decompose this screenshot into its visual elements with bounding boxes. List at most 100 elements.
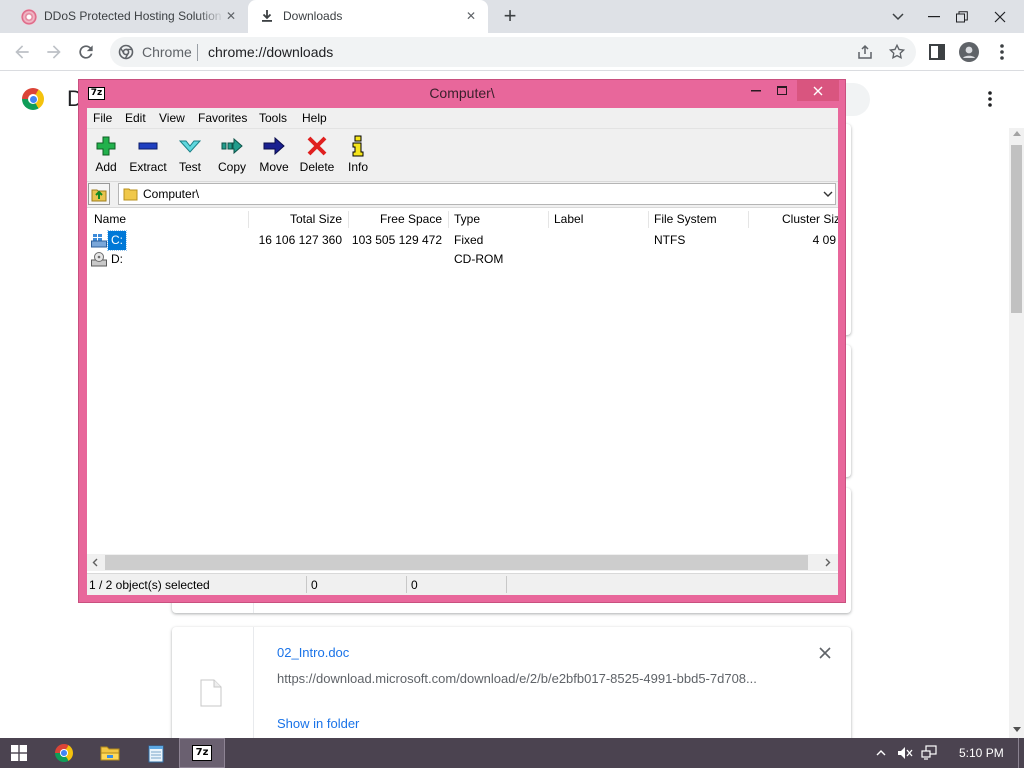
show-hidden-icons-chevron-icon[interactable] [876, 749, 886, 756]
status-selection: 1 / 2 object(s) selected [89, 578, 210, 592]
column-header-cluster-size[interactable]: Cluster Siz [782, 209, 838, 230]
show-in-folder-link[interactable]: Show in folder [277, 716, 359, 731]
info-label: Info [347, 160, 368, 174]
share-icon[interactable] [856, 43, 874, 61]
column-header-file-system[interactable]: File System [654, 209, 717, 230]
tab-ddos-hosting[interactable]: DDoS Protected Hosting Solution ✕ [8, 0, 246, 33]
dropdown-chevron-icon[interactable] [823, 191, 833, 198]
file-system-cell: NTFS [654, 233, 686, 247]
chrome-icon [55, 744, 73, 762]
chrome-menu-dots-icon[interactable] [992, 42, 1012, 62]
info-button[interactable]: Info [337, 130, 379, 180]
column-header-row: Name Total Size Free Space Type Label Fi… [87, 208, 838, 230]
drive-name[interactable]: D: [111, 250, 123, 269]
extract-icon [137, 135, 159, 157]
menu-favorites[interactable]: Favorites [198, 111, 247, 125]
close-window-icon[interactable] [983, 0, 1017, 33]
delete-icon [306, 135, 328, 157]
test-icon [179, 135, 201, 157]
show-desktop-button[interactable] [1018, 738, 1019, 768]
scroll-right-arrow-icon[interactable] [825, 558, 831, 567]
scrollbar-thumb[interactable] [1011, 145, 1022, 313]
windows-logo-icon [11, 745, 27, 761]
taskbar-clock[interactable]: 5:10 PM [959, 746, 1004, 760]
browser-toolbar: Chrome chrome://downloads [0, 33, 1024, 71]
forward-arrow-icon[interactable] [44, 42, 64, 62]
volume-muted-icon[interactable] [897, 745, 913, 761]
tab-strip: DDoS Protected Hosting Solution ✕ Downlo… [0, 0, 1024, 33]
menu-tools[interactable]: Tools [259, 111, 287, 125]
close-tab-icon[interactable]: ✕ [223, 8, 239, 24]
cluster-size-cell [767, 250, 836, 269]
menu-file[interactable]: File [93, 111, 112, 125]
side-panel-icon[interactable] [927, 42, 947, 62]
column-header-name[interactable]: Name [94, 209, 126, 230]
total-size-cell: 16 106 127 360 [258, 233, 342, 247]
scroll-up-arrow-icon[interactable] [1013, 131, 1021, 136]
taskbar-file-explorer[interactable] [87, 738, 133, 768]
close-window-icon[interactable] [797, 80, 839, 101]
bookmark-star-icon[interactable] [888, 43, 906, 61]
menu-view[interactable]: View [159, 111, 185, 125]
tab-search-chevron-icon[interactable] [881, 0, 915, 33]
move-icon [263, 135, 285, 157]
download-card: 02_Intro.doc https://download.microsoft.… [172, 627, 851, 747]
profile-avatar-icon[interactable] [959, 42, 979, 62]
status-bar: 1 / 2 object(s) selected 0 0 [87, 573, 838, 595]
omnibox-site-label: Chrome [142, 44, 192, 60]
omnibox-url[interactable]: chrome://downloads [208, 44, 333, 60]
site-favicon-icon [21, 9, 37, 25]
close-tab-icon[interactable]: ✕ [463, 8, 479, 24]
page-scrollbar[interactable] [1009, 128, 1024, 738]
7zip-icon: 7z [192, 745, 212, 761]
taskbar-chrome[interactable] [41, 738, 87, 768]
folder-icon [123, 187, 138, 201]
status-size: 0 [311, 578, 318, 592]
new-tab-plus-icon[interactable]: + [500, 5, 520, 27]
tab-title: Downloads [283, 9, 343, 23]
column-header-total-size[interactable]: Total Size [248, 209, 342, 230]
tab-downloads[interactable]: Downloads ✕ [248, 0, 488, 33]
scroll-down-arrow-icon[interactable] [1013, 727, 1021, 732]
scroll-left-arrow-icon[interactable] [92, 558, 98, 567]
notepad-icon [148, 744, 164, 763]
download-url[interactable]: https://download.microsoft.com/download/… [277, 671, 757, 686]
free-space-cell: 103 505 129 472 [351, 233, 442, 247]
network-icon[interactable] [921, 745, 937, 761]
download-filename-link[interactable]: 02_Intro.doc [277, 645, 349, 660]
up-one-level-button[interactable] [88, 183, 110, 205]
scrollbar-thumb[interactable] [105, 555, 808, 570]
remove-download-close-icon[interactable] [818, 646, 832, 660]
reload-icon[interactable] [76, 42, 96, 62]
taskbar-notepad[interactable] [133, 738, 179, 768]
windows-taskbar: 7z 5:10 PM [0, 738, 1024, 768]
total-size-cell [248, 250, 342, 269]
downloads-menu-dots-icon[interactable] [980, 89, 1000, 109]
omnibox[interactable]: Chrome chrome://downloads [110, 37, 916, 67]
taskbar-7zip[interactable]: 7z [179, 738, 225, 768]
maximize-icon[interactable] [771, 80, 793, 101]
chrome-logo-icon [22, 88, 44, 110]
drive-name[interactable]: C: [107, 230, 127, 251]
fixed-drive-icon [91, 233, 107, 248]
column-header-free-space[interactable]: Free Space [348, 209, 442, 230]
table-row[interactable]: D: CD-ROM [87, 250, 838, 269]
column-header-type[interactable]: Type [454, 209, 480, 230]
file-list[interactable]: Name Total Size Free Space Type Label Fi… [87, 207, 838, 573]
horizontal-scrollbar[interactable] [87, 554, 838, 571]
7zip-client-area: File Edit View Favorites Tools Help Add … [87, 108, 838, 595]
column-header-label[interactable]: Label [554, 209, 583, 230]
menu-edit[interactable]: Edit [125, 111, 146, 125]
menu-help[interactable]: Help [302, 111, 327, 125]
tab-title: DDoS Protected Hosting Solution [44, 9, 222, 23]
table-row[interactable]: C: 16 106 127 360 103 505 129 472 Fixed … [87, 230, 838, 251]
minimize-icon[interactable] [745, 80, 767, 101]
chrome-site-icon [118, 44, 134, 60]
status-packed-size: 0 [411, 578, 418, 592]
restore-window-icon[interactable] [945, 0, 979, 33]
path-combobox[interactable]: Computer\ [118, 183, 836, 205]
move-button[interactable]: Move [253, 130, 295, 180]
back-arrow-icon[interactable] [12, 42, 32, 62]
type-cell: CD-ROM [454, 252, 504, 266]
start-button[interactable] [0, 738, 38, 768]
